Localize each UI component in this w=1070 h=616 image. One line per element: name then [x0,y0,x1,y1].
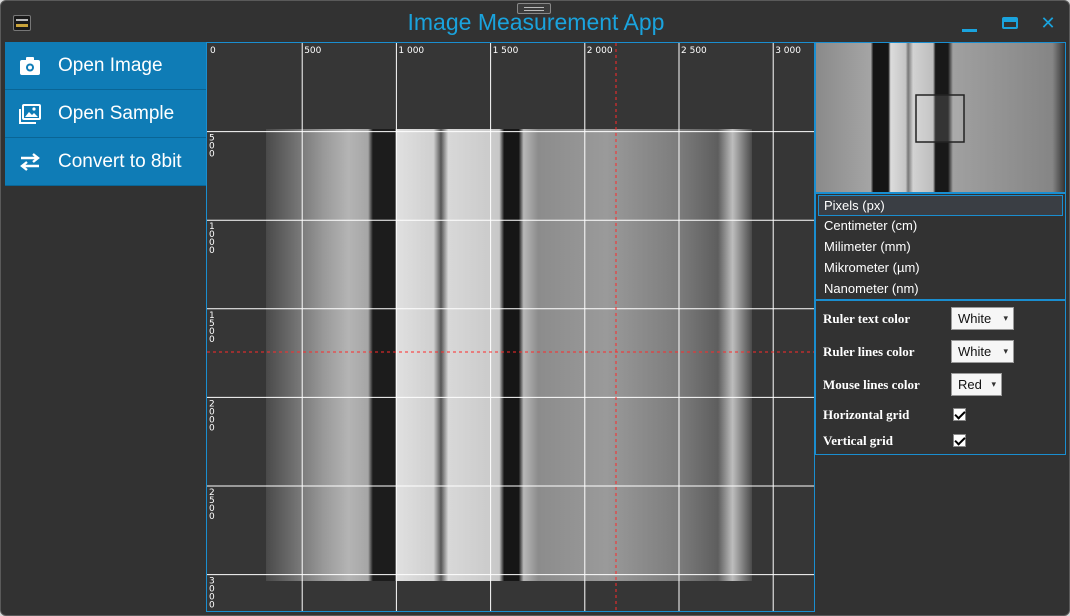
top-ruler-label: 1 500 [493,46,519,56]
left-ruler-label: 2000 [209,399,215,433]
horizontal-grid-checkbox[interactable] [953,408,966,421]
mouse-lines-color-value: Red [958,377,982,392]
image-preview[interactable] [815,42,1066,193]
ruler-lines-color-select[interactable]: White ▾ [951,340,1014,363]
app-window: Image Measurement App ✕ Open Image Open … [0,0,1070,616]
preview-svg [816,43,1065,192]
top-ruler-label: 1 000 [398,46,424,56]
images-icon [19,104,41,124]
canvas-svg: 0 500 1 000 1 500 2 000 2 500 3 0005 0 01 0 0 01 5 0 0… [207,43,814,611]
ruler-lines-color-value: White [958,344,992,359]
camera-icon [20,57,40,75]
mouse-lines-color-label: Mouse lines color [823,377,920,392]
vertical-grid-checkbox[interactable] [953,434,966,447]
maximize-icon [1002,17,1018,29]
left-ruler-label: 500 [209,134,215,160]
unit-item-mikrometer[interactable]: Mikrometer (µm) [818,258,1063,279]
top-ruler-label: 3 000 [775,46,801,56]
left-ruler-label: 2500 [209,488,215,522]
left-ruler-label: 3000 [209,577,215,611]
maximize-button[interactable] [999,13,1021,35]
units-list: Pixels (px) Centimeter (cm) Milimeter (m… [815,193,1066,300]
open-sample-label: Open Sample [58,103,175,124]
mouse-lines-color-row: Mouse lines color Red ▾ [823,373,1063,397]
left-ruler-label: 1500 [209,311,215,345]
top-ruler-label: 2 500 [681,46,707,56]
side-menu: Open Image Open Sample Convert to 8bit [5,42,206,186]
top-ruler-label: 0 [210,46,216,56]
convert-8bit-label: Convert to 8bit [58,151,182,172]
title-bar[interactable]: Image Measurement App ✕ [1,1,1069,41]
top-ruler-label: 2 000 [587,46,613,56]
chevron-down-icon: ▾ [1003,313,1008,323]
ruler-text-color-label: Ruler text color [823,311,911,326]
open-image-button[interactable]: Open Image [5,42,206,90]
ruler-text-color-value: White [958,311,992,326]
unit-item-nanometer[interactable]: Nanometer (nm) [818,279,1063,300]
ruler-lines-color-label: Ruler lines color [823,344,915,359]
vertical-grid-label: Vertical grid [823,433,893,448]
open-image-label: Open Image [58,55,163,76]
convert-8bit-button[interactable]: Convert to 8bit [5,138,206,186]
unit-item-milimeter[interactable]: Milimeter (mm) [818,237,1063,258]
viewport-indicator[interactable] [915,94,965,143]
unit-item-centimeter[interactable]: Centimeter (cm) [818,216,1063,237]
top-ruler-label: 500 [304,46,321,56]
settings-panel: Ruler text color White ▾ Ruler lines col… [815,300,1066,455]
left-ruler-label: 1000 [209,222,215,256]
horizontal-grid-label: Horizontal grid [823,407,910,422]
window-title: Image Measurement App [407,9,665,35]
ruler-lines-color-row: Ruler lines color White ▾ [823,340,1063,364]
vertical-grid-row: Vertical grid [823,429,1063,453]
minimize-icon [962,29,977,32]
chevron-down-icon: ▾ [1003,346,1008,356]
close-button[interactable]: ✕ [1037,13,1059,35]
minimize-button[interactable] [959,13,981,35]
chevron-down-icon: ▾ [991,379,996,389]
unit-item-pixels[interactable]: Pixels (px) [818,195,1063,216]
swap-arrows-icon [20,153,40,171]
image-canvas[interactable]: 0 500 1 000 1 500 2 000 2 500 3 000 5 0 0 1 0 0 0 1 5 0 0… [206,42,815,612]
horizontal-grid-row: Horizontal grid [823,403,1063,427]
mouse-lines-color-select[interactable]: Red ▾ [951,373,1002,396]
open-sample-button[interactable]: Open Sample [5,90,206,138]
ruler-text-color-select[interactable]: White ▾ [951,307,1014,330]
ruler-text-color-row: Ruler text color White ▾ [823,307,1063,331]
